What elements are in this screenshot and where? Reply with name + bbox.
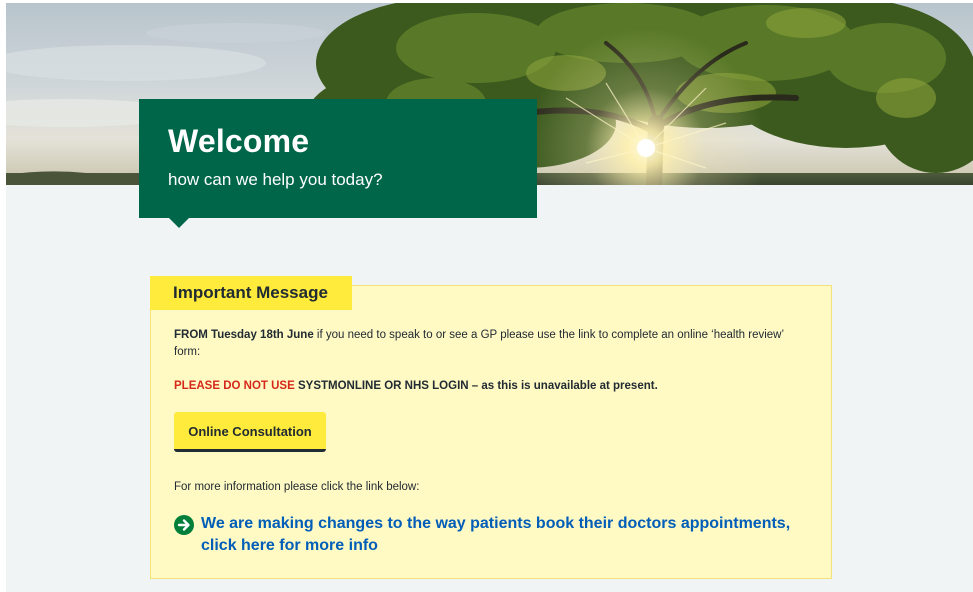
- more-info-text: For more information please click the li…: [174, 481, 420, 493]
- welcome-pointer: [169, 218, 189, 228]
- gp-notice-body: if you need to speak to or see a GP plea…: [313, 329, 785, 341]
- appointments-info-link[interactable]: We are making changes to the way patient…: [201, 513, 804, 557]
- important-message-heading: Important Message: [150, 276, 352, 310]
- appointments-link-line-2: click here for more info: [201, 537, 378, 554]
- online-consultation-button[interactable]: Online Consultation: [174, 412, 326, 452]
- gp-notice-text: FROM Tuesday 18th June if you need to sp…: [174, 327, 814, 361]
- welcome-banner: Welcome how can we help you today?: [139, 99, 537, 218]
- gp-notice-date: FROM Tuesday 18th June: [174, 329, 314, 341]
- login-warning-text: PLEASE DO NOT USE SYSTMONLINE OR NHS LOG…: [174, 378, 814, 395]
- arrow-right-circle-icon[interactable]: [174, 515, 194, 535]
- appointments-info-link-row: We are making changes to the way patient…: [174, 513, 804, 557]
- welcome-title: Welcome: [168, 123, 310, 159]
- important-message-panel: Important Message FROM Tuesday 18th June…: [150, 276, 832, 579]
- page: Welcome how can we help you today? Impor…: [6, 3, 973, 592]
- warning-systems-text: SYSTMONLINE OR NHS LOGIN: [294, 380, 469, 392]
- warning-rest-text: – as this is unavailable at present.: [468, 380, 658, 392]
- gp-notice-body-2: form:: [174, 346, 201, 358]
- appointments-link-line-1: We are making changes to the way patient…: [201, 515, 791, 532]
- warning-red-text: PLEASE DO NOT USE: [174, 380, 295, 392]
- welcome-subtitle: how can we help you today?: [168, 170, 383, 189]
